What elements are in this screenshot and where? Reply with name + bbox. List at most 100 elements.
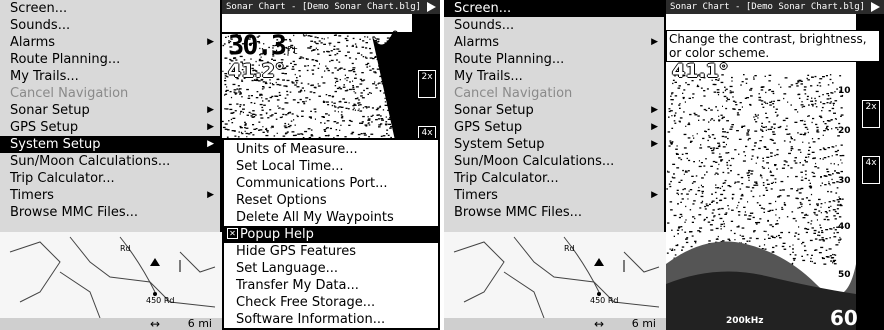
right-device-screen: Sonar Chart - [Demo Sonar Chart.blg] 2x …: [444, 0, 884, 330]
map-road-label: Rd: [564, 244, 575, 253]
submenu-item-reset-options[interactable]: Reset Options: [224, 192, 438, 209]
window-expand-triangle-icon[interactable]: [871, 2, 880, 12]
map-view[interactable]: Rd 450 Rd: [0, 232, 222, 319]
submenu-item-communications-port[interactable]: Communications Port...: [224, 175, 438, 192]
submenu-arrow-icon: ▶: [651, 122, 658, 132]
menu-item-label: Sonar Setup: [454, 103, 534, 118]
zoom-4x-tag: 4x: [862, 156, 880, 184]
submenu-item-set-language[interactable]: Set Language...: [224, 260, 438, 277]
submenu-item-delete-all-my-waypoints[interactable]: Delete All My Waypoints: [224, 209, 438, 226]
depth-unit: ft: [285, 44, 299, 57]
window-expand-triangle-icon[interactable]: [427, 2, 436, 12]
menu-item-my-trails[interactable]: My Trails...: [444, 68, 664, 85]
submenu-item-label: Set Local Time...: [236, 159, 344, 174]
menu-item-label: Browse MMC Files...: [454, 205, 583, 220]
menu-item-label: Trip Calculator...: [454, 171, 559, 186]
map-scale-value: 6 mi: [631, 317, 656, 330]
submenu-item-label: Delete All My Waypoints: [236, 210, 394, 225]
menu-item-cancel-navigation: Cancel Navigation: [444, 85, 664, 102]
menu-item-label: Screen...: [10, 1, 68, 16]
sonar-window-title: Sonar Chart - [Demo Sonar Chart.blg]: [222, 0, 440, 14]
menu-item-label: Route Planning...: [454, 52, 565, 67]
menu-item-route-planning[interactable]: Route Planning...: [444, 51, 664, 68]
submenu-item-label: Set Language...: [236, 261, 339, 276]
menu-item-label: System Setup: [10, 137, 101, 152]
map-road-label-450: 450 Rd: [146, 296, 175, 305]
menu-item-trip-calculator[interactable]: Trip Calculator...: [0, 170, 220, 187]
menu-item-label: GPS Setup: [10, 120, 79, 135]
left-device-screen: Sonar Chart - [Demo Sonar Chart.blg] 2x …: [0, 0, 440, 330]
submenu-arrow-icon: ▶: [651, 37, 658, 47]
menu-item-browse-mmc-files[interactable]: Browse MMC Files...: [444, 204, 664, 221]
menu-item-alarms[interactable]: Alarms ▶: [0, 34, 220, 51]
submenu-item-hide-gps-features[interactable]: Hide GPS Features: [224, 243, 438, 260]
submenu-arrow-icon: ▶: [651, 105, 658, 115]
submenu-item-set-local-time[interactable]: Set Local Time...: [224, 158, 438, 175]
menu-item-gps-setup[interactable]: GPS Setup ▶: [444, 119, 664, 136]
menu-item-label: Trip Calculator...: [10, 171, 115, 186]
menu-item-trip-calculator[interactable]: Trip Calculator...: [444, 170, 664, 187]
menu-item-label: Cancel Navigation: [454, 86, 573, 101]
menu-item-system-setup[interactable]: System Setup ▶: [444, 136, 664, 153]
depth-readout: 30.3ft: [228, 30, 298, 61]
menu-item-label: Sun/Moon Calculations...: [10, 154, 171, 169]
main-menu: Screen... Sounds... Alarms ▶ Route Planning.…: [0, 0, 222, 232]
menu-item-screen[interactable]: Screen...: [0, 0, 220, 17]
menu-item-label: GPS Setup: [454, 120, 523, 135]
submenu-item-popup-help[interactable]: ✕ Popup Help: [224, 226, 438, 243]
popup-help-tooltip: Change the contrast, brightness, or colo…: [666, 30, 880, 62]
menu-item-label: Cancel Navigation: [10, 86, 129, 101]
menu-item-label: System Setup: [454, 137, 545, 152]
depth-scale-20: 20: [394, 126, 407, 136]
menu-item-label: Timers: [454, 188, 498, 203]
menu-item-alarms[interactable]: Alarms ▶: [444, 34, 664, 51]
sonar-frequency: 200kHz: [726, 316, 764, 326]
map-scale-value: 6 mi: [187, 317, 212, 330]
submenu-item-software-information[interactable]: Software Information...: [224, 311, 438, 328]
submenu-item-label: Hide GPS Features: [236, 244, 356, 259]
depth-scale-10: 10: [838, 86, 851, 96]
menu-item-sounds[interactable]: Sounds...: [0, 17, 220, 34]
menu-item-timers[interactable]: Timers ▶: [444, 187, 664, 204]
menu-item-screen[interactable]: Screen...: [444, 0, 664, 17]
submenu-item-label: Popup Help: [240, 227, 314, 242]
depth-scale-10: 10: [394, 82, 407, 92]
submenu-item-check-free-storage[interactable]: Check Free Storage...: [224, 294, 438, 311]
menu-item-system-setup[interactable]: System Setup ▶: [0, 136, 220, 153]
menu-item-sun-moon-calculations[interactable]: Sun/Moon Calculations...: [444, 153, 664, 170]
menu-item-label: Alarms: [454, 35, 500, 50]
menu-item-label: Sounds...: [454, 18, 515, 33]
menu-item-route-planning[interactable]: Route Planning...: [0, 51, 220, 68]
depth-scale-0: 0: [392, 30, 399, 40]
menu-item-sonar-setup[interactable]: Sonar Setup ▶: [444, 102, 664, 119]
menu-item-browse-mmc-files[interactable]: Browse MMC Files...: [0, 204, 220, 221]
sonar-window-title: Sonar Chart - [Demo Sonar Chart.blg]: [666, 0, 884, 14]
menu-item-label: Route Planning...: [10, 52, 121, 67]
system-setup-submenu: Units of Measure... Set Local Time... Comm…: [222, 138, 440, 330]
menu-item-my-trails[interactable]: My Trails...: [0, 68, 220, 85]
depth-scale-40: 40: [838, 222, 851, 232]
submenu-arrow-icon: ▶: [651, 190, 658, 200]
depth-scale-30: 30: [838, 176, 851, 186]
submenu-item-units-of-measure[interactable]: Units of Measure...: [224, 141, 438, 158]
map-status-bar: ↔ 6 mi: [444, 318, 666, 330]
submenu-arrow-icon: ▶: [651, 139, 658, 149]
checkbox-checked-icon[interactable]: ✕: [227, 228, 238, 239]
map-road-label: Rd: [120, 244, 131, 253]
menu-item-gps-setup[interactable]: GPS Setup ▶: [0, 119, 220, 136]
menu-item-label: Sonar Setup: [10, 103, 90, 118]
menu-item-label: My Trails...: [454, 69, 523, 84]
menu-item-sun-moon-calculations[interactable]: Sun/Moon Calculations...: [0, 153, 220, 170]
menu-item-label: Sounds...: [10, 18, 71, 33]
submenu-arrow-icon: ▶: [207, 37, 214, 47]
submenu-arrow-icon: ▶: [207, 105, 214, 115]
submenu-arrow-icon: ▶: [207, 190, 214, 200]
map-status-bar: ↔ 6 mi: [0, 318, 222, 330]
map-view[interactable]: Rd 450 Rd: [444, 232, 666, 319]
submenu-item-transfer-my-data[interactable]: Transfer My Data...: [224, 277, 438, 294]
menu-item-sonar-setup[interactable]: Sonar Setup ▶: [0, 102, 220, 119]
menu-item-label: Alarms: [10, 35, 56, 50]
menu-item-label: Browse MMC Files...: [10, 205, 139, 220]
menu-item-timers[interactable]: Timers ▶: [0, 187, 220, 204]
menu-item-sounds[interactable]: Sounds...: [444, 17, 664, 34]
